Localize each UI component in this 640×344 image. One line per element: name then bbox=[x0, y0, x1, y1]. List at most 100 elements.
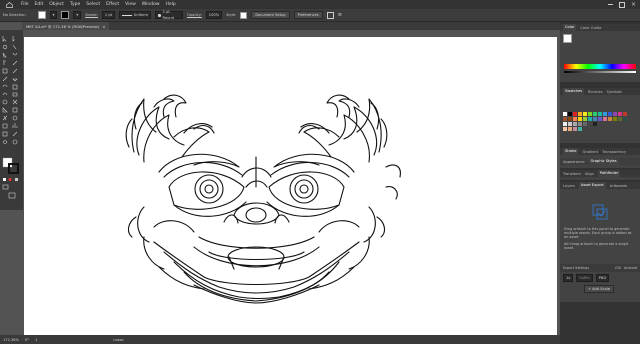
default-colors-icon bbox=[3, 178, 6, 181]
hand-tool-icon bbox=[2, 140, 8, 144]
pencil-tool-icon bbox=[2, 76, 8, 82]
slice-tool-icon bbox=[12, 131, 18, 137]
menu-effect[interactable]: Effect bbox=[106, 2, 119, 7]
tab-appearance[interactable]: Appearance bbox=[563, 160, 585, 164]
variable-width-profile[interactable]: Uniform bbox=[119, 11, 152, 19]
home-icon[interactable] bbox=[3, 1, 15, 8]
rotate-view[interactable]: 0° bbox=[25, 338, 29, 342]
format-dropdown[interactable]: PNG bbox=[595, 274, 610, 282]
menu-type[interactable]: Type bbox=[70, 2, 80, 7]
rectangle-tool-icon bbox=[2, 68, 8, 74]
menu-select[interactable]: Select bbox=[86, 2, 100, 7]
mesh-tool-icon bbox=[2, 107, 8, 113]
artboard-navigator[interactable]: 1 bbox=[35, 338, 37, 342]
width-tool-icon bbox=[2, 92, 8, 96]
menu-view[interactable]: View bbox=[125, 2, 136, 7]
color-panel: Color Color Guide bbox=[560, 24, 640, 82]
tab-swatches[interactable]: Swatches bbox=[563, 88, 585, 95]
line-tool-icon bbox=[12, 60, 18, 66]
color-spectrum[interactable] bbox=[564, 64, 636, 69]
fill-swatch[interactable] bbox=[37, 11, 46, 19]
brush-definition[interactable]: 5 pt. Round bbox=[155, 10, 184, 20]
tools-panel bbox=[0, 30, 23, 210]
document-setup-button[interactable]: Document Setup bbox=[251, 11, 290, 19]
scale-dropdown[interactable]: 1x bbox=[563, 274, 574, 282]
menu-help[interactable]: Help bbox=[166, 2, 176, 7]
tab-artboards[interactable]: Artboards bbox=[610, 184, 628, 188]
arrange-documents-icon[interactable] bbox=[326, 11, 334, 19]
tab-color[interactable]: Color bbox=[563, 24, 577, 31]
eraser-tool-icon bbox=[12, 78, 18, 82]
menu-edit[interactable]: Edit bbox=[35, 2, 44, 7]
artboard[interactable] bbox=[24, 37, 557, 335]
opacity-input[interactable]: 100% bbox=[205, 11, 223, 19]
gradient-tool-icon bbox=[12, 107, 18, 113]
blend-tool-icon bbox=[12, 115, 18, 121]
grayscale-ramp[interactable] bbox=[564, 71, 636, 73]
shape-builder-tool-icon bbox=[2, 99, 8, 105]
status-bar: 172.36% 0° 1 Lasso bbox=[0, 335, 560, 344]
lion-mask-artwork[interactable] bbox=[24, 37, 557, 335]
tab-brushes[interactable]: Brushes bbox=[588, 90, 602, 94]
zoom-level[interactable]: 172.36% bbox=[3, 338, 19, 342]
opacity-label: Opacity: bbox=[187, 13, 202, 17]
lasso-tool-icon bbox=[12, 44, 17, 50]
tools-grid bbox=[2, 36, 19, 199]
swatch-grid[interactable] bbox=[563, 112, 637, 138]
tab-gradient[interactable]: Gradient bbox=[582, 150, 598, 154]
swatches-panel: Swatches Brushes Symbols bbox=[560, 88, 640, 143]
artboard-tool-icon bbox=[2, 131, 8, 137]
ios-button[interactable]: iOS bbox=[615, 266, 621, 270]
minimize-icon[interactable] bbox=[607, 4, 613, 5]
tab-symbols[interactable]: Symbols bbox=[607, 90, 622, 94]
free-transform-tool-icon bbox=[12, 92, 18, 97]
style-swatch[interactable] bbox=[240, 11, 248, 19]
add-scale-button[interactable]: + Add Scale bbox=[584, 285, 614, 293]
paintbrush-tool-icon bbox=[12, 68, 18, 74]
tab-transform[interactable]: Transform bbox=[563, 172, 581, 176]
rotate-tool-icon bbox=[2, 84, 8, 88]
fill-dropdown[interactable]: ▾ bbox=[49, 11, 58, 19]
tab-align[interactable]: Align bbox=[585, 172, 594, 176]
menu-file[interactable]: File bbox=[21, 2, 29, 7]
stroke-swatch[interactable] bbox=[61, 11, 70, 19]
suffix-input[interactable]: Suffix bbox=[576, 274, 593, 282]
scale-tool-icon bbox=[12, 84, 18, 90]
tab-stroke[interactable]: Stroke bbox=[563, 148, 579, 155]
fill-color-box bbox=[2, 157, 13, 168]
preferences-button[interactable]: Preferences bbox=[293, 11, 323, 19]
none-color-icon bbox=[8, 178, 12, 181]
document-title: MKT A4.ai* @ 172.36 % (RGB/Preview) bbox=[26, 23, 100, 29]
pen-tool-icon bbox=[2, 52, 7, 58]
tab-asset-export[interactable]: Asset Export bbox=[578, 182, 606, 189]
transform-panel: Transform Align Pathfinder bbox=[560, 170, 640, 180]
screen-mode-icon bbox=[8, 192, 16, 199]
maximize-icon[interactable] bbox=[618, 1, 625, 8]
perspective-grid-tool-icon bbox=[12, 99, 18, 105]
gradient-swatch-icon bbox=[15, 178, 18, 181]
column-graph-tool-icon bbox=[12, 123, 18, 128]
panel-menu-icon[interactable]: ≡ bbox=[338, 12, 342, 18]
export-settings-label[interactable]: Export Settings bbox=[563, 266, 589, 270]
tab-transparency[interactable]: Transparency bbox=[602, 150, 626, 154]
asset-export-hint: Drag artwork to this panel to generate m… bbox=[564, 227, 632, 239]
stroke-label: Stroke: bbox=[85, 13, 98, 17]
menu-object[interactable]: Object bbox=[49, 2, 64, 7]
current-tool: Lasso bbox=[113, 337, 124, 342]
stroke-dropdown[interactable]: ▾ bbox=[73, 11, 82, 19]
close-icon[interactable]: × bbox=[631, 1, 636, 8]
tab-layers[interactable]: Layers bbox=[563, 184, 575, 188]
tab-graphic-styles[interactable]: Graphic Styles bbox=[588, 158, 619, 165]
zoom-tool-icon bbox=[12, 139, 18, 145]
menu-window[interactable]: Window bbox=[142, 2, 160, 7]
tab-pathfinder[interactable]: Pathfinder bbox=[597, 170, 621, 177]
document-tab[interactable]: MKT A4.ai* @ 172.36 % (RGB/Preview) × bbox=[22, 22, 110, 30]
stroke-weight-input[interactable]: 1 pt bbox=[101, 11, 116, 19]
selection-label: No Selection bbox=[3, 13, 26, 17]
close-tab-icon[interactable]: × bbox=[102, 24, 105, 29]
tab-color-guide[interactable]: Color Guide bbox=[580, 26, 601, 30]
document-tab-bar: MKT A4.ai* @ 172.36 % (RGB/Preview) × bbox=[22, 22, 560, 30]
magic-wand-tool-icon bbox=[2, 44, 8, 50]
android-button[interactable]: Android bbox=[624, 266, 637, 270]
color-fill-box[interactable] bbox=[563, 34, 572, 43]
